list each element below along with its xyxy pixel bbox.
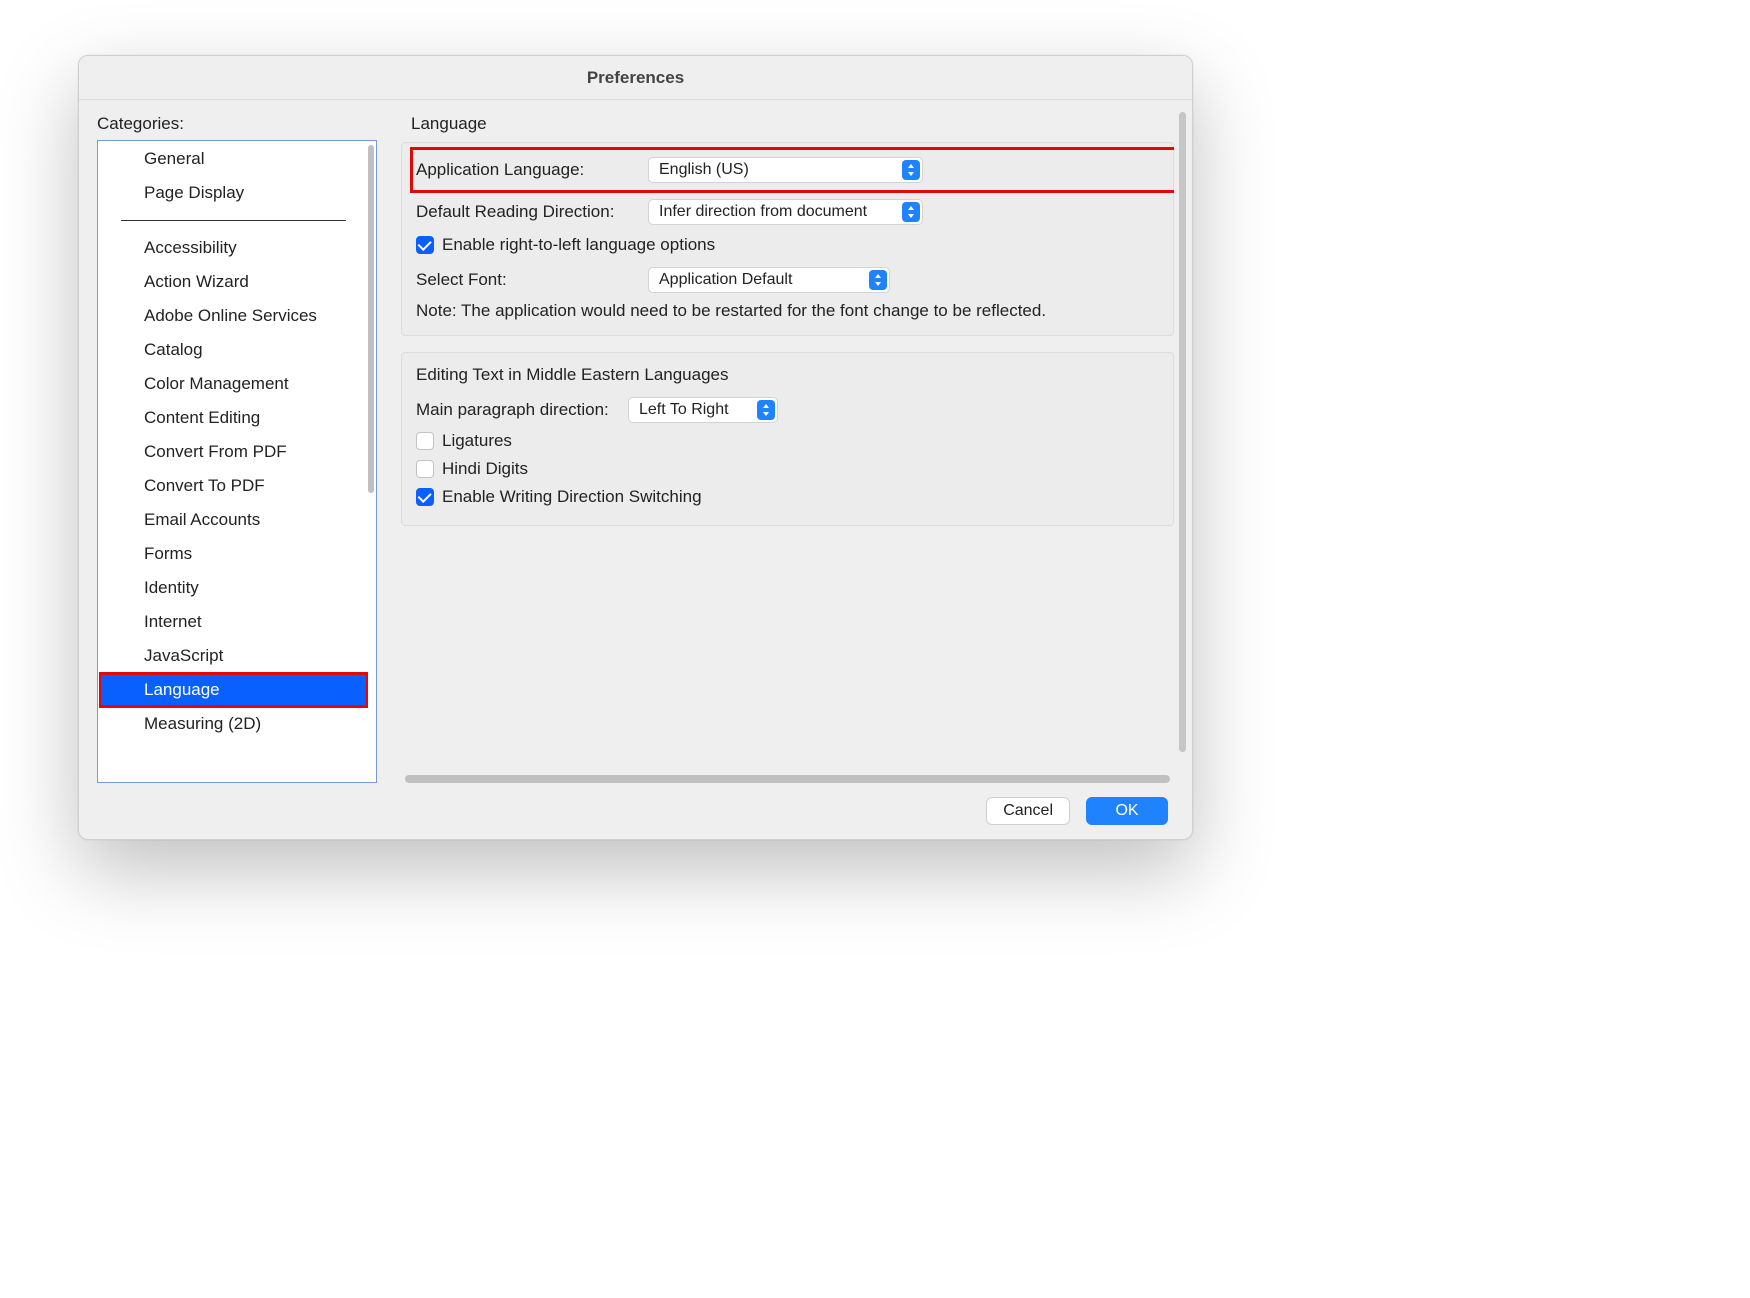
sidebar-item-page-display[interactable]: Page Display — [99, 176, 368, 210]
application-language-label: Application Language: — [416, 160, 636, 180]
ligatures-label: Ligatures — [442, 431, 512, 451]
sidebar-item-accessibility[interactable]: Accessibility — [99, 231, 368, 265]
paragraph-direction-value: Left To Right — [639, 401, 729, 419]
dropdown-arrows-icon — [757, 400, 775, 420]
categories-label: Categories: — [97, 114, 377, 134]
sidebar-item-measuring-2d[interactable]: Measuring (2D) — [99, 707, 368, 741]
categories-scroll-thumb[interactable] — [368, 145, 374, 493]
middle-eastern-group: Editing Text in Middle Eastern Languages… — [401, 352, 1174, 526]
checkbox-icon — [416, 460, 434, 478]
dropdown-arrows-icon — [902, 202, 920, 222]
application-language-row: Application Language: English (US) — [416, 153, 1159, 187]
checkbox-icon — [416, 488, 434, 506]
application-language-value: English (US) — [659, 161, 749, 179]
language-group: Application Language: English (US) Defau… — [401, 142, 1174, 336]
sidebar-item-catalog[interactable]: Catalog — [99, 333, 368, 367]
sidebar-item-internet[interactable]: Internet — [99, 605, 368, 639]
paragraph-direction-select[interactable]: Left To Right — [628, 397, 778, 423]
sidebar-item-email-accounts[interactable]: Email Accounts — [99, 503, 368, 537]
select-font-value: Application Default — [659, 271, 792, 289]
categories-list: General Page Display Accessibility Actio… — [97, 140, 377, 783]
select-font-label: Select Font: — [416, 270, 636, 290]
restart-note: Note: The application would need to be r… — [416, 301, 1159, 321]
writing-direction-label: Enable Writing Direction Switching — [442, 487, 702, 507]
panel-horizontal-scrollbar[interactable] — [405, 775, 1170, 783]
ok-button[interactable]: OK — [1086, 797, 1168, 825]
sidebar-item-adobe-online[interactable]: Adobe Online Services — [99, 299, 368, 333]
ligatures-checkbox[interactable]: Ligatures — [416, 431, 512, 451]
sidebar-separator — [121, 220, 346, 221]
categories-scrollbar[interactable] — [368, 145, 374, 778]
checkbox-icon — [416, 236, 434, 254]
sidebar-item-content-editing[interactable]: Content Editing — [99, 401, 368, 435]
sidebar-item-javascript[interactable]: JavaScript — [99, 639, 368, 673]
writing-direction-checkbox[interactable]: Enable Writing Direction Switching — [416, 487, 702, 507]
window-title: Preferences — [79, 56, 1192, 100]
paragraph-direction-label: Main paragraph direction: — [416, 400, 616, 420]
panel-title: Language — [411, 114, 1174, 134]
sidebar-item-forms[interactable]: Forms — [99, 537, 368, 571]
rtl-checkbox[interactable]: Enable right-to-left language options — [416, 235, 715, 255]
hindi-digits-checkbox[interactable]: Hindi Digits — [416, 459, 528, 479]
window-vertical-scrollbar[interactable] — [1179, 112, 1186, 752]
checkbox-icon — [416, 432, 434, 450]
reading-direction-value: Infer direction from document — [659, 203, 867, 221]
sidebar-item-identity[interactable]: Identity — [99, 571, 368, 605]
rtl-label: Enable right-to-left language options — [442, 235, 715, 255]
application-language-select[interactable]: English (US) — [648, 157, 923, 183]
cancel-button[interactable]: Cancel — [986, 797, 1070, 825]
middle-eastern-title: Editing Text in Middle Eastern Languages — [416, 363, 1159, 385]
reading-direction-select[interactable]: Infer direction from document — [648, 199, 923, 225]
preferences-window: Preferences Categories: General Page Dis… — [78, 55, 1193, 840]
select-font-select[interactable]: Application Default — [648, 267, 890, 293]
dropdown-arrows-icon — [902, 160, 920, 180]
sidebar-item-convert-to-pdf[interactable]: Convert To PDF — [99, 469, 368, 503]
dropdown-arrows-icon — [869, 270, 887, 290]
sidebar-item-language[interactable]: Language — [99, 673, 368, 707]
sidebar-item-action-wizard[interactable]: Action Wizard — [99, 265, 368, 299]
reading-direction-label: Default Reading Direction: — [416, 202, 636, 222]
window-scroll-thumb[interactable] — [1179, 112, 1186, 752]
hindi-digits-label: Hindi Digits — [442, 459, 528, 479]
sidebar-item-general[interactable]: General — [99, 142, 368, 176]
sidebar-item-color-management[interactable]: Color Management — [99, 367, 368, 401]
sidebar-item-convert-from-pdf[interactable]: Convert From PDF — [99, 435, 368, 469]
